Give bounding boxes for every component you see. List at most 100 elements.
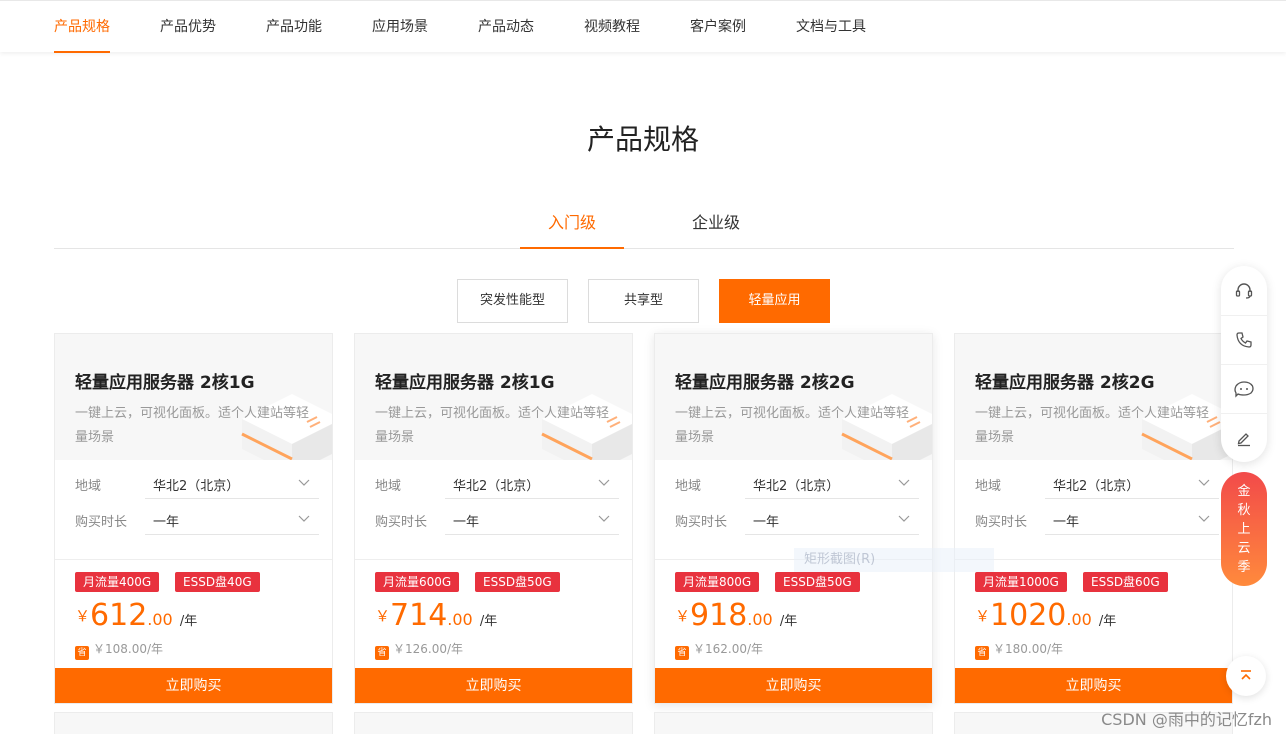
price-integer: 918 [690,598,748,633]
price: ￥612.00 /年 [75,598,197,634]
edit-icon [1237,433,1250,447]
region-select[interactable]: 华北2（北京） [745,467,919,499]
nav-item-videos[interactable]: 视频教程 [584,1,640,53]
region-select[interactable]: 华北2（北京） [145,467,319,499]
traffic-badge: 月流量1000G [975,572,1067,592]
savings-icon: 省 [675,646,689,660]
region-row: 地域 华北2（北京） [975,467,1219,501]
price-decimal: .00 [747,610,773,629]
region-value: 华北2（北京） [1053,479,1140,494]
chat-button[interactable] [1221,364,1267,413]
card-title: 轻量应用服务器 2核2G [975,373,1155,393]
savings-icon: 省 [75,646,89,660]
headset-icon [1235,282,1253,299]
nav-item-docs[interactable]: 文档与工具 [796,1,866,53]
type-tab-shared[interactable]: 共享型 [588,279,699,323]
back-to-top-button[interactable] [1226,656,1266,696]
price-currency: ￥ [975,607,991,625]
nav-item-scenarios[interactable]: 应用场景 [372,1,428,53]
nav-item-advantages[interactable]: 产品优势 [160,1,216,53]
product-card-next [354,712,633,734]
disk-badge: ESSD盘50G [775,572,860,592]
card-divider [55,559,332,560]
chat-icon [1234,381,1254,398]
floating-toolbar [1221,266,1267,462]
tab-enterprise-level[interactable]: 企业级 [664,200,768,249]
duration-row: 购买时长 一年 [375,503,619,537]
price-currency: ￥ [675,607,691,625]
feedback-button[interactable] [1221,413,1267,462]
duration-row: 购买时长 一年 [75,503,319,537]
savings-amount: ￥108.00/年 [93,642,164,656]
nav-item-features[interactable]: 产品功能 [266,1,322,53]
savings: 省 ￥126.00/年 [375,640,463,660]
nav-item-specs[interactable]: 产品规格 [54,1,110,53]
price-integer: 1020 [990,598,1067,633]
duration-select[interactable]: 一年 [1045,503,1219,535]
disk-badge: ESSD盘50G [475,572,560,592]
phone-button[interactable] [1221,315,1267,364]
product-card-next [654,712,933,734]
savings-amount: ￥180.00/年 [993,642,1064,656]
buy-now-button[interactable]: 立即购买 [955,668,1232,703]
card-divider [355,559,632,560]
nav-item-news[interactable]: 产品动态 [478,1,534,53]
card-header: 轻量应用服务器 2核1G 一键上云，可视化面板。适个人建站等轻量场景 [55,334,332,460]
region-label: 地域 [375,479,402,494]
price-unit: /年 [479,614,498,629]
duration-label: 购买时长 [975,515,1028,530]
card-description: 一键上云，可视化面板。适个人建站等轻量场景 [75,406,310,445]
chevron-down-icon [298,479,310,486]
level-tabs: 入门级 企业级 [54,200,1234,249]
card-title: 轻量应用服务器 2核2G [675,373,855,393]
back-to-top-icon [1241,670,1251,680]
region-select[interactable]: 华北2（北京） [1045,467,1219,499]
screenshot-tooltip: 矩形截图(R) [794,548,994,572]
traffic-badge: 月流量400G [75,572,160,592]
card-divider [955,559,1232,560]
customer-service-button[interactable] [1221,266,1267,315]
card-header: 轻量应用服务器 2核2G 一键上云，可视化面板。适个人建站等轻量场景 [655,334,932,460]
chevron-down-icon [598,479,610,486]
duration-value: 一年 [153,515,180,530]
region-row: 地域 华北2（北京） [675,467,919,501]
chevron-down-icon [598,515,610,522]
chevron-down-icon [1198,515,1210,522]
duration-value: 一年 [1053,515,1080,530]
duration-select[interactable]: 一年 [445,503,619,535]
type-tab-lightweight[interactable]: 轻量应用 [719,279,830,323]
top-nav: 产品规格 产品优势 产品功能 应用场景 产品动态 视频教程 客户案例 文档与工具 [0,0,1286,53]
buy-now-button[interactable]: 立即购买 [655,668,932,703]
chevron-down-icon [298,515,310,522]
region-label: 地域 [675,479,702,494]
chevron-down-icon [898,515,910,522]
price-integer: 714 [390,598,448,633]
duration-value: 一年 [753,515,780,530]
region-label: 地域 [975,479,1002,494]
region-row: 地域 华北2（北京） [75,467,319,501]
duration-row: 购买时长 一年 [675,503,919,537]
screenshot-tooltip-text: 矩形截图(R) [804,552,876,567]
price-decimal: .00 [447,610,473,629]
card-header: 轻量应用服务器 2核2G 一键上云，可视化面板。适个人建站等轻量场景 [955,334,1232,460]
region-select[interactable]: 华北2（北京） [445,467,619,499]
card-description: 一键上云，可视化面板。适个人建站等轻量场景 [375,406,610,445]
duration-select[interactable]: 一年 [145,503,319,535]
savings-amount: ￥162.00/年 [693,642,764,656]
buy-now-button[interactable]: 立即购买 [355,668,632,703]
price-integer: 612 [90,598,148,633]
card-title: 轻量应用服务器 2核1G [375,373,555,393]
price: ￥714.00 /年 [375,598,497,634]
nav-item-cases[interactable]: 客户案例 [690,1,746,53]
duration-value: 一年 [453,515,480,530]
buy-now-button[interactable]: 立即购买 [55,668,332,703]
type-tab-burstable[interactable]: 突发性能型 [457,279,568,323]
region-value: 华北2（北京） [153,479,240,494]
savings-amount: ￥126.00/年 [393,642,464,656]
duration-label: 购买时长 [675,515,728,530]
duration-select[interactable]: 一年 [745,503,919,535]
tab-entry-level[interactable]: 入门级 [520,200,624,249]
savings: 省 ￥108.00/年 [75,640,163,660]
disk-badge: ESSD盘60G [1083,572,1168,592]
promo-button[interactable]: 金秋上云季 [1221,472,1267,586]
